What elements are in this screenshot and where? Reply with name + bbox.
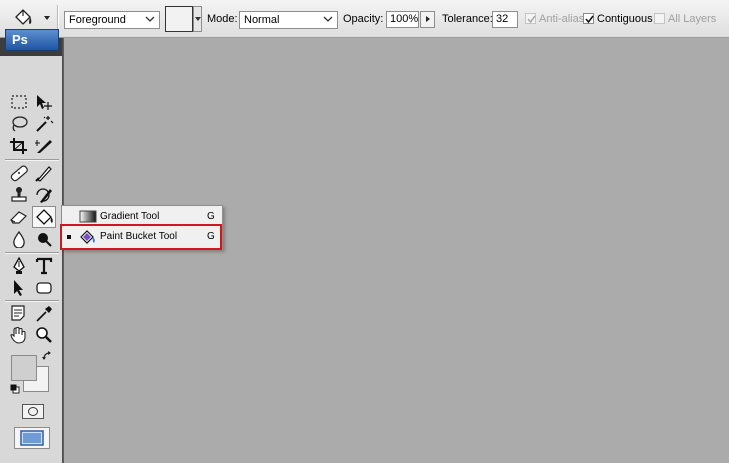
pattern-picker-button[interactable] xyxy=(193,6,202,32)
type-icon xyxy=(35,257,53,275)
history-brush-icon xyxy=(36,188,52,203)
all-layers-label: All Layers xyxy=(668,13,717,25)
history-brush-tool[interactable] xyxy=(33,185,55,205)
pattern-swatch[interactable] xyxy=(165,6,193,32)
brush-tool[interactable] xyxy=(33,163,55,183)
paint-bucket-icon xyxy=(36,209,53,225)
foreground-color-swatch[interactable] xyxy=(11,355,37,381)
opacity-input[interactable]: 100% xyxy=(386,11,419,28)
anti-alias-checkbox[interactable] xyxy=(525,13,536,24)
crop-tool[interactable] xyxy=(8,136,30,156)
zoom-icon xyxy=(36,327,52,343)
separator xyxy=(5,252,59,254)
blur-tool[interactable] xyxy=(8,229,30,249)
chevron-right-icon xyxy=(426,16,430,22)
magic-wand-tool[interactable] xyxy=(33,114,55,134)
chevron-down-icon xyxy=(44,16,50,20)
screen-mode-button[interactable] xyxy=(14,427,50,449)
quick-mask-icon xyxy=(28,407,38,416)
chevron-down-icon xyxy=(323,16,333,22)
flyout-item-shortcut: G xyxy=(207,211,215,222)
path-selection-icon xyxy=(14,280,23,296)
lasso-tool[interactable] xyxy=(8,114,30,134)
burn-icon xyxy=(38,233,52,247)
selection-highlight-box xyxy=(60,224,222,250)
separator xyxy=(5,300,59,302)
mode-label: Mode: xyxy=(207,13,238,25)
hand-tool[interactable] xyxy=(8,325,30,345)
paint-bucket-tool[interactable] xyxy=(32,206,56,228)
healing-brush-icon xyxy=(10,165,28,182)
contiguous-checkbox[interactable] xyxy=(583,13,594,24)
move-tool[interactable] xyxy=(33,92,55,112)
tolerance-input[interactable]: 32 xyxy=(492,11,518,28)
fill-source-select[interactable]: Foreground xyxy=(64,11,160,29)
flyout-item-label: Gradient Tool xyxy=(100,211,160,222)
eraser-icon xyxy=(10,211,27,224)
path-selection-tool[interactable] xyxy=(8,278,30,298)
rectangular-marquee-icon xyxy=(11,95,27,109)
lasso-icon xyxy=(12,116,28,132)
notes-icon xyxy=(11,305,25,321)
rectangle-shape-icon xyxy=(36,282,52,294)
options-bar: Foreground Mode: Normal Opacity: 100% To… xyxy=(0,0,729,38)
gradient-icon xyxy=(79,210,97,223)
eraser-tool[interactable] xyxy=(8,207,30,227)
opacity-label: Opacity: xyxy=(343,13,384,25)
type-tool[interactable] xyxy=(33,256,55,276)
separator xyxy=(5,159,59,161)
rectangular-marquee-tool[interactable] xyxy=(8,92,30,112)
pen-icon xyxy=(13,257,25,274)
crop-icon xyxy=(10,138,27,154)
tolerance-label: Tolerance: xyxy=(442,13,493,25)
opacity-slider-button[interactable] xyxy=(420,11,435,28)
screen-mode-icon xyxy=(20,430,44,446)
brush-icon xyxy=(35,166,52,182)
shape-tool[interactable] xyxy=(33,278,55,298)
chevron-down-icon xyxy=(145,16,155,22)
blur-icon xyxy=(13,230,25,248)
eyedropper-tool[interactable] xyxy=(33,303,55,323)
pen-tool[interactable] xyxy=(8,256,30,276)
clone-stamp-tool[interactable] xyxy=(8,185,30,205)
default-colors-icon[interactable] xyxy=(10,384,20,394)
burn-tool[interactable] xyxy=(33,229,55,249)
healing-brush-tool[interactable] xyxy=(8,163,30,183)
magic-wand-icon xyxy=(36,116,54,132)
swap-colors-icon[interactable] xyxy=(41,350,53,362)
clone-stamp-icon xyxy=(11,187,27,202)
slice-icon xyxy=(35,140,52,153)
all-layers-checkbox[interactable] xyxy=(654,13,665,24)
check-icon xyxy=(527,15,536,24)
fill-source-value: Foreground xyxy=(69,14,126,26)
quick-mask-button[interactable] xyxy=(22,404,44,419)
eyedropper-icon xyxy=(36,306,52,322)
mode-value: Normal xyxy=(244,14,280,26)
notes-tool[interactable] xyxy=(8,303,30,323)
chevron-down-icon xyxy=(195,17,201,21)
slice-tool[interactable] xyxy=(33,136,55,156)
contiguous-label: Contiguous xyxy=(597,13,653,25)
zoom-tool[interactable] xyxy=(33,325,55,345)
move-icon xyxy=(37,95,52,110)
hand-icon xyxy=(10,326,26,344)
mode-select[interactable]: Normal xyxy=(239,11,338,29)
check-icon xyxy=(585,15,594,24)
anti-alias-label: Anti-alias xyxy=(539,13,585,25)
photoshop-logo[interactable]: Ps xyxy=(5,29,59,51)
